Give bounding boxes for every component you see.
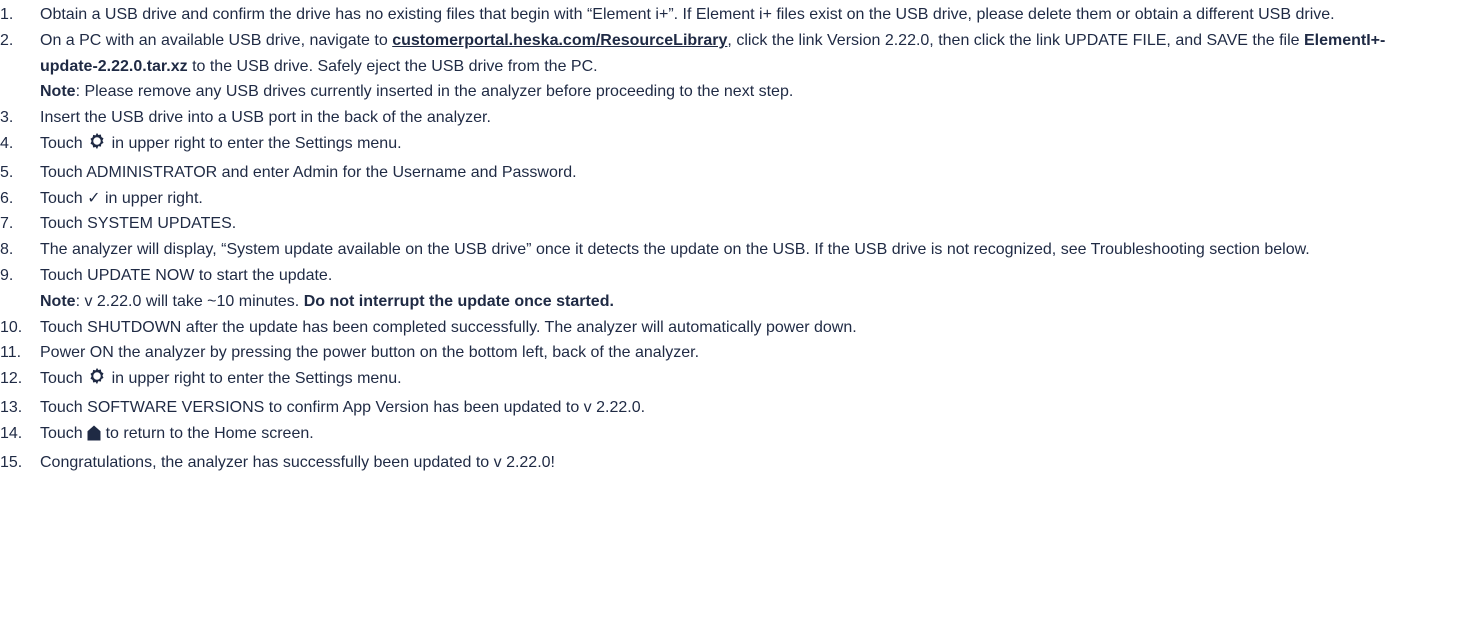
step-number: 5. (0, 163, 14, 181)
step-1: 1. Obtain a USB drive and confirm the dr… (0, 2, 1457, 28)
home-icon (87, 424, 101, 450)
step-note: Note: Please remove any USB drives curre… (40, 79, 1441, 105)
step-text-a: The analyzer will display, “System updat… (40, 241, 1310, 259)
step-text: Touch in upper right to enter the Settin… (40, 366, 1457, 395)
step-text-a: Touch ADMINISTRATOR and enter Admin for … (40, 163, 577, 181)
step-3: 3. Insert the USB drive into a USB port … (0, 105, 1457, 131)
step-text-a: Touch UPDATE NOW to start the update. (40, 266, 333, 284)
step-text-a: Obtain a USB drive and confirm the drive… (40, 6, 1335, 23)
step-text: Touch UPDATE NOW to start the update. No… (40, 263, 1457, 315)
step-text: Touch SYSTEM UPDATES. (40, 211, 1457, 237)
step-6: 6. Touch ✓ in upper right. (0, 186, 1457, 212)
step-2: 2. On a PC with an available USB drive, … (0, 28, 1457, 105)
step-text: On a PC with an available USB drive, nav… (40, 28, 1457, 105)
step-7: 7. Touch SYSTEM UPDATES. (0, 211, 1457, 237)
resource-library-link[interactable]: customerportal.heska.com/ResourceLibrary (392, 32, 727, 49)
step-text: The analyzer will display, “System updat… (40, 237, 1457, 263)
step-number: 3. (0, 109, 14, 127)
step-12: 12. Touch in upper right to enter the Se… (0, 366, 1457, 395)
step-text-a: Touch (40, 424, 88, 442)
step-11: 11. Power ON the analyzer by pressing th… (0, 340, 1457, 366)
step-15: 15. Congratulations, the analyzer has su… (0, 450, 1457, 476)
note-label: Note (40, 292, 76, 310)
step-text-b: , click the link Version 2.22.0, then cl… (727, 31, 1304, 49)
step-text-b: to return to the Home screen. (101, 424, 314, 442)
gear-icon (87, 131, 107, 160)
step-text-a: Touch SYSTEM UPDATES. (40, 215, 237, 233)
step-text: Touch in upper right to enter the Settin… (40, 131, 1457, 160)
step-text-a: Touch SOFTWARE VERSIONS to confirm App V… (40, 398, 646, 416)
step-number: 15. (0, 453, 23, 471)
step-text-a: Touch (40, 134, 88, 152)
step-text: Insert the USB drive into a USB port in … (40, 105, 1457, 131)
note-warning: Do not interrupt the update once started… (303, 292, 614, 310)
step-text: Touch ✓ in upper right. (40, 186, 1457, 212)
step-number: 7. (0, 215, 14, 233)
step-14: 14. Touch to return to the Home screen. (0, 421, 1457, 450)
step-text: Touch SHUTDOWN after the update has been… (40, 315, 1457, 341)
gear-icon (87, 366, 107, 395)
step-4: 4. Touch in upper right to enter the Set… (0, 131, 1457, 160)
step-number: 14. (0, 424, 23, 442)
step-8: 8. The analyzer will display, “System up… (0, 237, 1457, 263)
step-text-a: Power ON the analyzer by pressing the po… (40, 344, 700, 362)
step-number: 4. (0, 134, 14, 152)
step-number: 6. (0, 189, 14, 207)
step-text-b: in upper right to enter the Settings men… (107, 134, 402, 152)
step-text-b: in upper right to enter the Settings men… (107, 370, 402, 388)
step-number: 10. (0, 318, 23, 336)
step-number: 9. (0, 266, 14, 284)
step-number: 2. (0, 31, 14, 49)
step-number: 1. (0, 6, 14, 23)
step-number: 12. (0, 370, 23, 388)
step-note: Note: v 2.22.0 will take ~10 minutes. Do… (40, 289, 1441, 315)
step-number: 11. (0, 344, 22, 362)
step-9: 9. Touch UPDATE NOW to start the update.… (0, 263, 1457, 315)
checkmark-icon: ✓ (87, 189, 101, 207)
step-text-a: Insert the USB drive into a USB port in … (40, 109, 491, 127)
step-text-c: to the USB drive. Safely eject the USB d… (187, 57, 598, 75)
step-text-a: Touch (40, 370, 88, 388)
update-steps-list: 1. Obtain a USB drive and confirm the dr… (0, 0, 1457, 475)
note-text: : v 2.22.0 will take ~10 minutes. (75, 292, 304, 310)
note-label: Note (40, 83, 76, 101)
step-text-a: Congratulations, the analyzer has succes… (40, 453, 555, 471)
step-text: Obtain a USB drive and confirm the drive… (40, 2, 1457, 28)
step-10: 10. Touch SHUTDOWN after the update has … (0, 315, 1457, 341)
step-text-b: in upper right. (100, 189, 203, 207)
step-text: Touch ADMINISTRATOR and enter Admin for … (40, 160, 1457, 186)
step-text: Congratulations, the analyzer has succes… (40, 450, 1457, 476)
step-number: 13. (0, 398, 23, 416)
step-text: Power ON the analyzer by pressing the po… (40, 340, 1457, 366)
step-text-a: Touch (40, 189, 88, 207)
step-13: 13. Touch SOFTWARE VERSIONS to confirm A… (0, 395, 1457, 421)
note-text: : Please remove any USB drives currently… (75, 83, 794, 101)
step-text-a: Touch SHUTDOWN after the update has been… (40, 318, 857, 336)
step-text-a: On a PC with an available USB drive, nav… (40, 31, 393, 49)
step-text: Touch SOFTWARE VERSIONS to confirm App V… (40, 395, 1457, 421)
step-text: Touch to return to the Home screen. (40, 421, 1457, 450)
step-5: 5. Touch ADMINISTRATOR and enter Admin f… (0, 160, 1457, 186)
step-number: 8. (0, 241, 14, 259)
